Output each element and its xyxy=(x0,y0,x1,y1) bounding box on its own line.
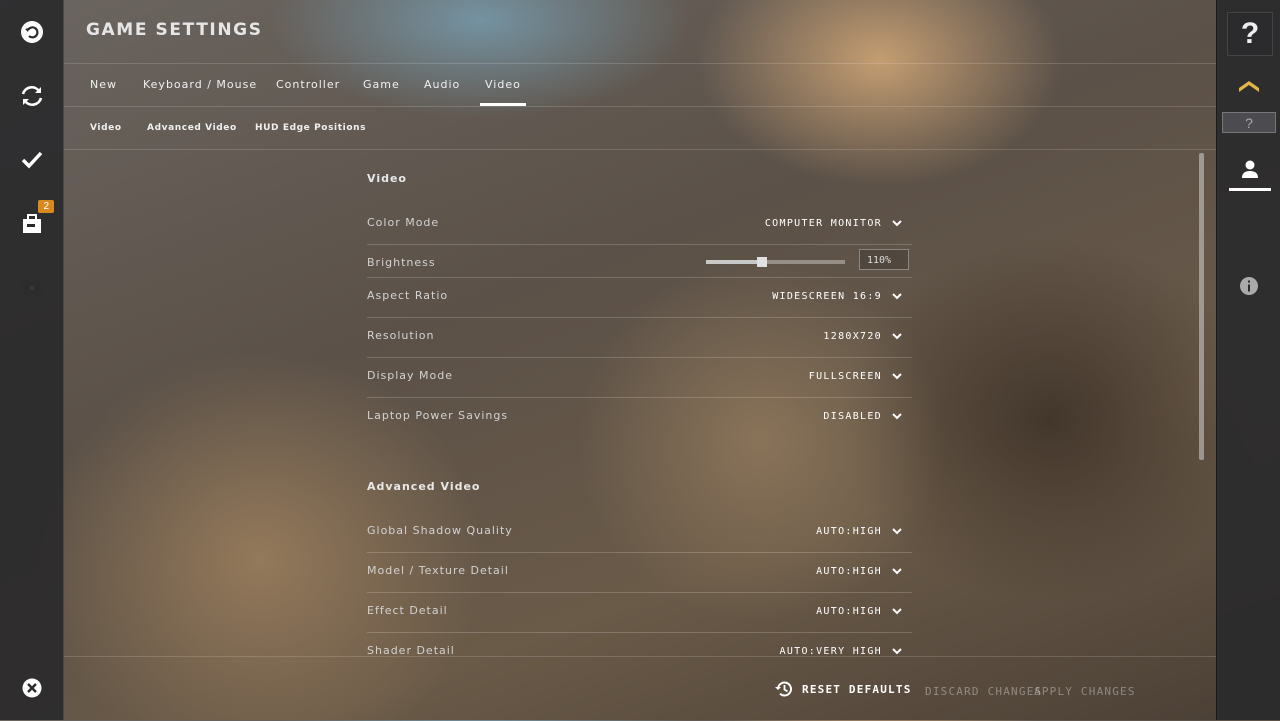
slider-fill xyxy=(706,260,762,264)
dropdown-value: 1280X720 xyxy=(823,331,882,342)
brightness-slider[interactable] xyxy=(706,257,845,267)
chevron-down-icon xyxy=(892,648,902,655)
chevron-down-icon xyxy=(892,333,902,340)
chevron-down-icon xyxy=(892,568,902,575)
texture-detail-dropdown[interactable]: AUTO:HIGH xyxy=(816,566,902,577)
chevron-down-icon xyxy=(892,220,902,227)
rank-chevron-icon xyxy=(1239,81,1259,92)
setting-color-mode: Color Mode COMPUTER MONITOR xyxy=(367,204,912,245)
dropdown-value: DISABLED xyxy=(823,411,882,422)
setting-label: Model / Texture Detail xyxy=(367,564,509,577)
subtab-video[interactable]: Video xyxy=(90,107,122,149)
section-title-video: Video xyxy=(367,172,407,185)
main-tabs: New Keyboard / Mouse Controller Game Aud… xyxy=(64,64,1216,107)
section-title-advanced-video: Advanced Video xyxy=(367,480,481,493)
setting-laptop-power-savings: Laptop Power Savings DISABLED xyxy=(367,397,912,437)
reset-defaults-label: RESET DEFAULTS xyxy=(802,682,912,696)
refresh-icon[interactable] xyxy=(16,80,48,112)
brightness-value-input[interactable]: 110% xyxy=(859,249,909,270)
setting-shader-detail: Shader Detail AUTO:VERY HIGH xyxy=(367,632,912,656)
laptop-power-dropdown[interactable]: DISABLED xyxy=(823,411,902,422)
dropdown-value: AUTO:HIGH xyxy=(816,526,882,537)
tab-game[interactable]: Game xyxy=(363,64,400,106)
tab-video[interactable]: Video xyxy=(480,64,526,106)
setting-label: Laptop Power Savings xyxy=(367,409,509,422)
setting-label: Global Shadow Quality xyxy=(367,524,513,537)
content-scrollbar[interactable] xyxy=(1199,153,1204,460)
setting-label: Brightness xyxy=(367,256,436,269)
chevron-down-icon xyxy=(892,373,902,380)
rank-placeholder: ? xyxy=(1222,112,1276,133)
setting-resolution: Resolution 1280X720 xyxy=(367,317,912,358)
close-icon[interactable] xyxy=(16,672,48,704)
dropdown-value: AUTO:HIGH xyxy=(816,566,882,577)
dropdown-value: WIDESCREEN 16:9 xyxy=(772,291,882,302)
sub-tabs: Video Advanced Video HUD Edge Positions xyxy=(64,107,1216,150)
help-button[interactable]: ? xyxy=(1227,12,1273,56)
slider-thumb[interactable] xyxy=(756,257,767,267)
dropdown-value: COMPUTER MONITOR xyxy=(764,218,882,229)
tab-audio[interactable]: Audio xyxy=(424,64,460,106)
setting-model-texture-detail: Model / Texture Detail AUTO:HIGH xyxy=(367,552,912,593)
page-title: GAME SETTINGS xyxy=(86,20,263,40)
setting-label: Shader Detail xyxy=(367,644,455,656)
shadow-quality-dropdown[interactable]: AUTO:HIGH xyxy=(816,526,902,537)
setting-global-shadow-quality: Global Shadow Quality AUTO:HIGH xyxy=(367,512,912,553)
footer: RESET DEFAULTS DISCARD CHANGES APPLY CHA… xyxy=(64,656,1216,721)
settings-content: Video Color Mode COMPUTER MONITOR Bright… xyxy=(64,150,1216,656)
chevron-down-icon xyxy=(892,413,902,420)
history-icon xyxy=(775,681,792,697)
shader-detail-dropdown[interactable]: AUTO:VERY HIGH xyxy=(780,646,903,656)
inventory-badge: 2 xyxy=(38,200,54,213)
info-icon[interactable] xyxy=(1239,276,1259,296)
setting-label: Color Mode xyxy=(367,216,440,229)
dropdown-value: AUTO:VERY HIGH xyxy=(779,646,882,656)
tab-new[interactable]: New xyxy=(90,64,117,106)
setting-label: Resolution xyxy=(367,329,435,342)
apply-changes-button[interactable]: APPLY CHANGES xyxy=(1034,685,1136,698)
tab-keyboard-mouse[interactable]: Keyboard / Mouse xyxy=(143,64,257,106)
tab-controller[interactable]: Controller xyxy=(276,64,340,106)
dropdown-value: AUTO:HIGH xyxy=(816,606,882,617)
inventory-icon xyxy=(23,214,41,233)
profile-tab[interactable] xyxy=(1229,150,1271,191)
resolution-dropdown[interactable]: 1280X720 xyxy=(823,331,902,342)
display-mode-dropdown[interactable]: FULLSCREEN xyxy=(809,371,902,382)
left-nav-bar: 2 xyxy=(0,0,64,720)
dropdown-value: FULLSCREEN xyxy=(808,371,882,382)
chevron-down-icon xyxy=(892,293,902,300)
gear-icon[interactable] xyxy=(16,272,48,304)
user-icon xyxy=(1242,160,1258,178)
aspect-ratio-dropdown[interactable]: WIDESCREEN 16:9 xyxy=(772,291,902,302)
effect-detail-dropdown[interactable]: AUTO:HIGH xyxy=(816,606,902,617)
setting-label: Effect Detail xyxy=(367,604,448,617)
inventory-button[interactable]: 2 xyxy=(16,200,54,240)
setting-brightness: Brightness 110% xyxy=(367,244,912,278)
discard-changes-button[interactable]: DISCARD CHANGES xyxy=(925,685,1042,698)
setting-label: Aspect Ratio xyxy=(367,289,449,302)
return-icon[interactable] xyxy=(16,16,48,48)
setting-display-mode: Display Mode FULLSCREEN xyxy=(367,357,912,398)
setting-label: Display Mode xyxy=(367,369,454,382)
chevron-down-icon xyxy=(892,528,902,535)
right-side-bar: ? ? xyxy=(1216,0,1280,720)
chevron-down-icon xyxy=(892,608,902,615)
reset-defaults-button[interactable]: RESET DEFAULTS xyxy=(774,679,912,699)
subtab-advanced-video[interactable]: Advanced Video xyxy=(147,107,237,149)
header: GAME SETTINGS xyxy=(64,0,1216,64)
subtab-hud-edge-positions[interactable]: HUD Edge Positions xyxy=(255,107,366,149)
color-mode-dropdown[interactable]: COMPUTER MONITOR xyxy=(765,218,902,229)
checkmark-icon[interactable] xyxy=(16,144,48,176)
setting-effect-detail: Effect Detail AUTO:HIGH xyxy=(367,592,912,633)
setting-aspect-ratio: Aspect Ratio WIDESCREEN 16:9 xyxy=(367,277,912,318)
